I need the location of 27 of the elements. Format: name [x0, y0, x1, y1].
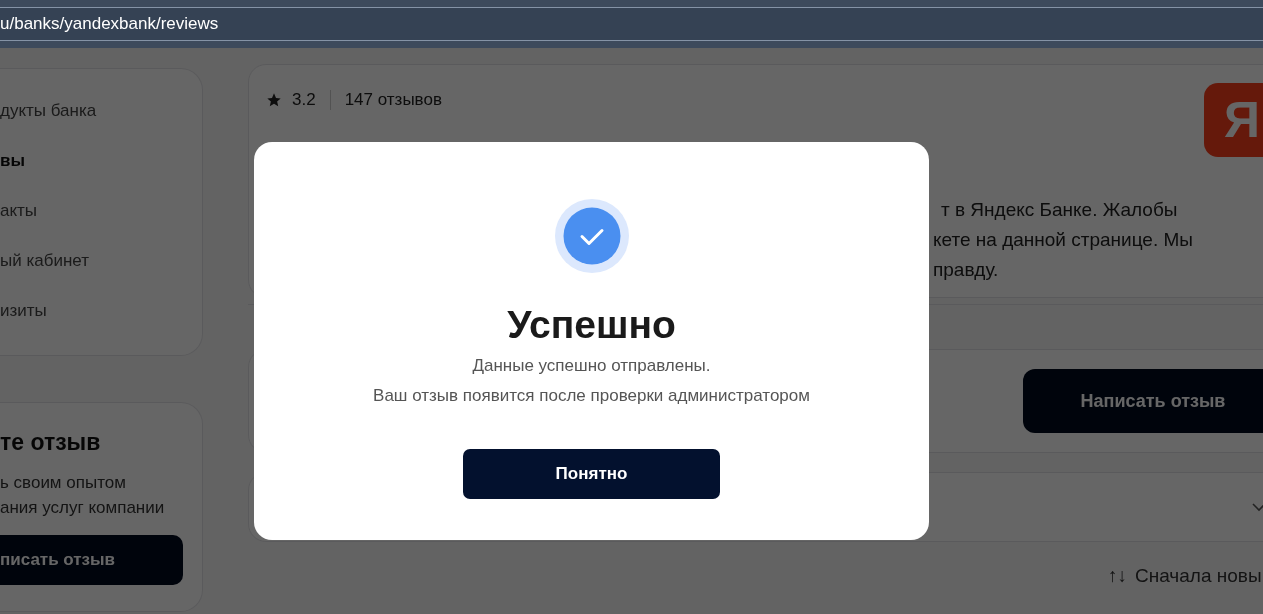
dialog-message: Данные успешно отправлены. [472, 355, 711, 377]
write-review-button[interactable]: Написать отзыв [1023, 369, 1263, 433]
url-text: u/banks/yandexbank/reviews [0, 13, 219, 36]
card-text: ь своим опытом [0, 471, 127, 494]
menu-item[interactable]: изиты [0, 299, 202, 322]
ok-button[interactable]: Понятно [463, 449, 720, 499]
write-review-button[interactable]: писать отзыв [0, 534, 183, 585]
check-icon [554, 199, 629, 273]
bank-logo: Я [1204, 83, 1263, 157]
menu-item[interactable]: ый кабинет [0, 249, 202, 272]
dialog-message: Ваш отзыв появится после проверки администратором [373, 385, 810, 407]
chevron-down-icon[interactable] [1252, 502, 1263, 512]
menu-item[interactable]: дукты банка [0, 99, 202, 122]
description-text: кете на данной странице. Мы [933, 228, 1193, 252]
reviews-count: 147 отзывов [344, 89, 442, 111]
menu-item[interactable]: акты [0, 199, 202, 222]
description-text: правду. [933, 258, 1000, 282]
star-icon [266, 91, 282, 108]
card-text: ания услуг компании [0, 496, 166, 519]
menu-item[interactable]: вы [0, 149, 202, 172]
dialog-title: Успешно [507, 302, 676, 348]
sort-icon: ↑↓ [1108, 562, 1127, 591]
sort-link[interactable]: Сначала новы [1135, 562, 1262, 591]
rating-value: 3.2 [292, 89, 316, 111]
address-field[interactable]: u/banks/yandexbank/reviews [0, 7, 1263, 41]
description-text: т в Яндекс Банке. Жалобы [940, 198, 1179, 222]
card-title: те отзыв [0, 428, 102, 457]
